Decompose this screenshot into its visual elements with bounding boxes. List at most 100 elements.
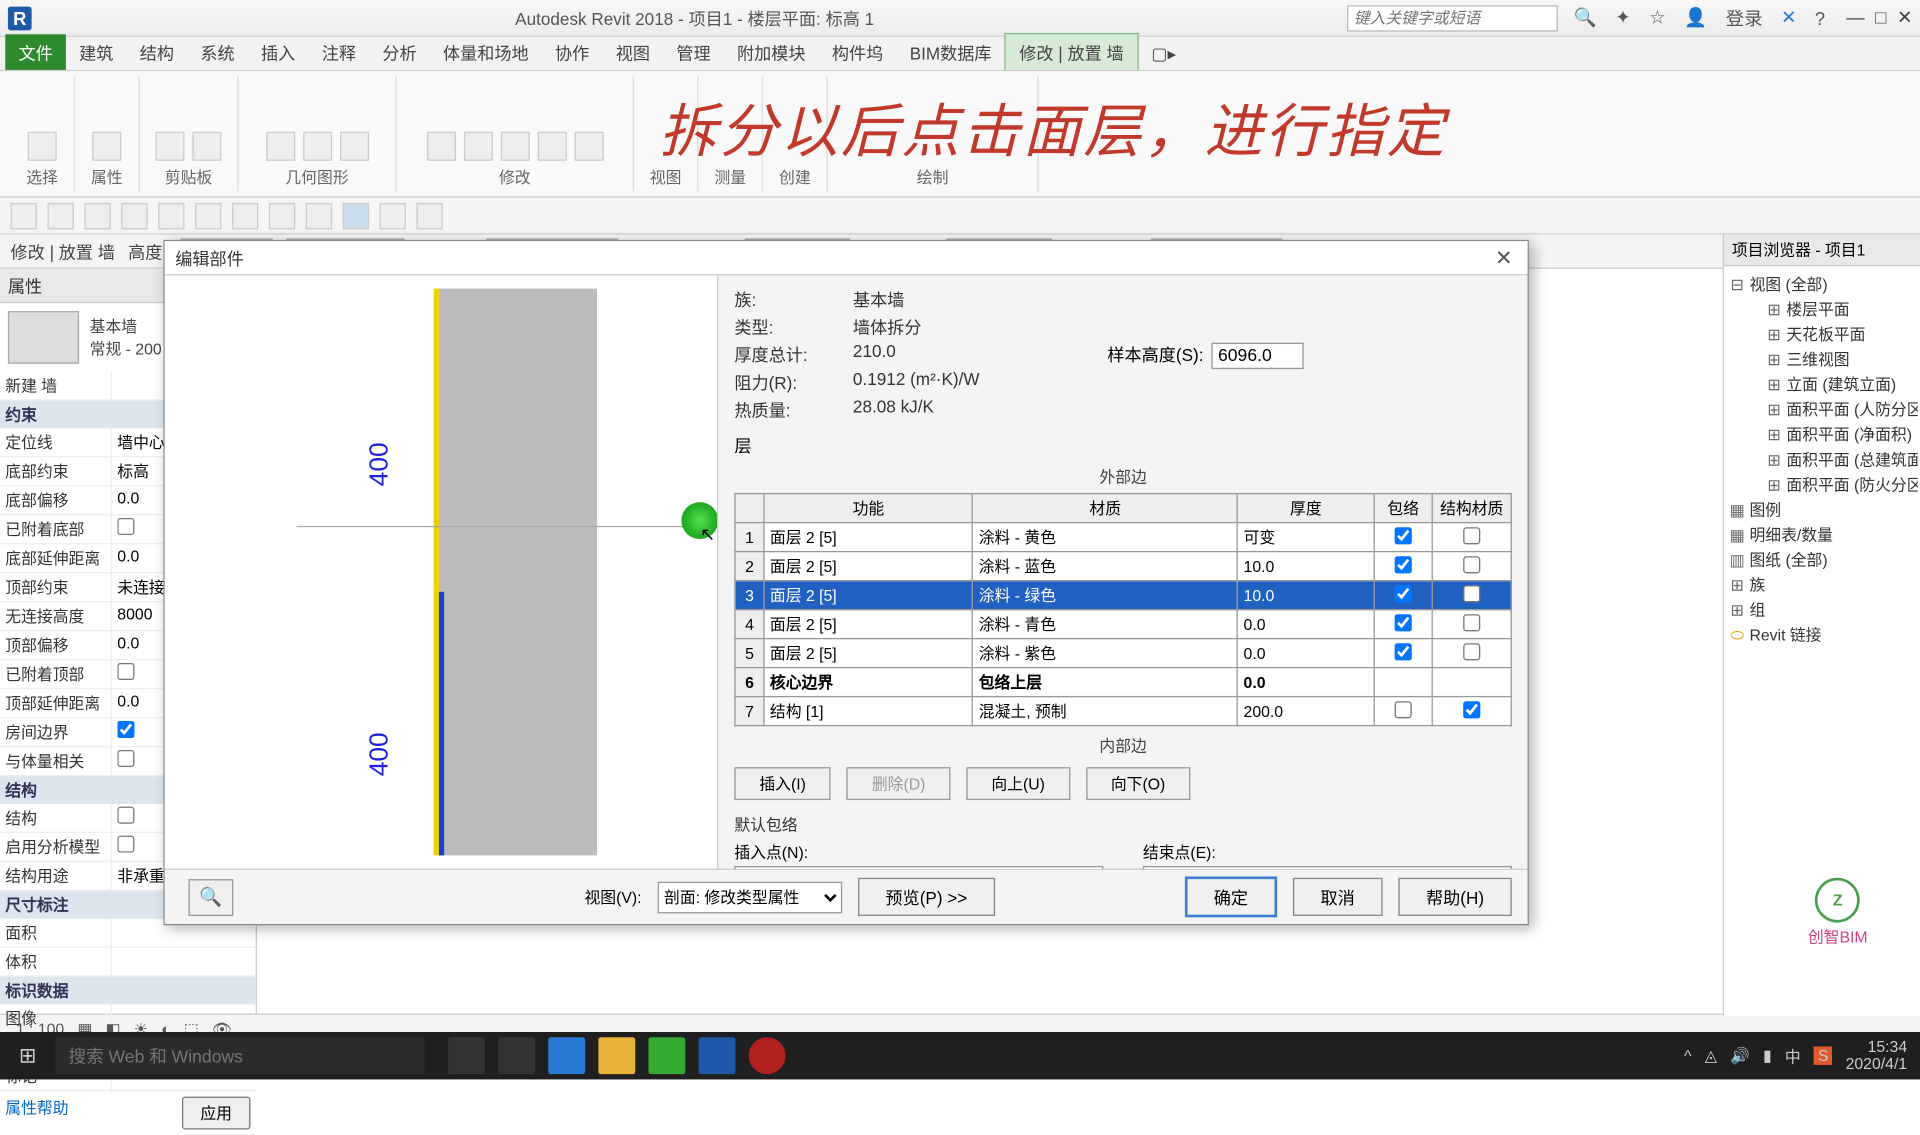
qat-undo-icon[interactable] <box>84 202 110 228</box>
layers-table[interactable]: 功能 材质 厚度 包络 结构材质 1面层 2 [5]涂料 - 黄色可变2面层 2… <box>734 493 1512 726</box>
move-icon[interactable] <box>463 132 492 161</box>
login-button[interactable]: 登录 <box>1726 5 1763 31</box>
taskbar-search-input[interactable] <box>55 1037 424 1074</box>
taskbar-explorer-icon[interactable] <box>598 1037 635 1074</box>
tab-addins[interactable]: 附加模块 <box>724 34 819 70</box>
layer-row[interactable]: 6核心边界包络上层0.0 <box>735 668 1511 697</box>
minimize-button[interactable]: — <box>1846 7 1864 29</box>
endpt-select[interactable]: 无 <box>1143 866 1512 869</box>
mirror-icon[interactable] <box>574 132 603 161</box>
cut-icon[interactable] <box>192 132 221 161</box>
tab-insert[interactable]: 插入 <box>248 34 309 70</box>
help-button[interactable]: 帮助(H) <box>1398 878 1511 916</box>
favorite-icon[interactable]: ☆ <box>1649 7 1666 29</box>
infocenter-icon[interactable]: 🔍 <box>1574 7 1597 29</box>
move-down-button[interactable]: 向下(O) <box>1086 767 1191 800</box>
tab-collab[interactable]: 协作 <box>542 34 603 70</box>
qat-align-icon[interactable] <box>195 202 221 228</box>
rotate-icon[interactable] <box>537 132 566 161</box>
layer-row[interactable]: 7结构 [1]混凝土, 预制200.0 <box>735 697 1511 726</box>
qat-measure-icon[interactable] <box>158 202 184 228</box>
help-search-input[interactable] <box>1347 5 1558 31</box>
taskview-icon[interactable] <box>448 1037 485 1074</box>
taskbar-record-icon[interactable] <box>749 1037 786 1074</box>
keytip-icon[interactable]: ✦ <box>1615 7 1630 29</box>
maximize-button[interactable]: □ <box>1875 7 1886 29</box>
tray-net-icon[interactable]: ◬ <box>1705 1046 1717 1064</box>
cat-id[interactable]: 标识数据 <box>0 977 256 1005</box>
paste-icon[interactable] <box>156 132 185 161</box>
taskbar-clock[interactable]: 15:342020/4/1 <box>1846 1038 1908 1073</box>
qat-section-icon[interactable] <box>306 202 332 228</box>
p-struct-cb[interactable] <box>117 807 134 824</box>
exchange-icon[interactable]: ✕ <box>1781 7 1796 29</box>
user-icon[interactable]: 👤 <box>1684 7 1707 29</box>
copy-icon[interactable] <box>500 132 529 161</box>
p-attachtop-cb[interactable] <box>117 663 134 680</box>
tray-ime-icon[interactable]: 中 <box>1785 1045 1801 1067</box>
p-roombound-cb[interactable] <box>117 721 134 738</box>
tab-play-icon[interactable]: ▢▸ <box>1138 38 1189 70</box>
tray-sogou-icon[interactable]: S <box>1814 1046 1832 1064</box>
tab-modify-place-wall[interactable]: 修改 | 放置 墙 <box>1005 33 1138 70</box>
tray-vol-icon[interactable]: 🔊 <box>1730 1046 1750 1064</box>
layer-row[interactable]: 2面层 2 [5]涂料 - 蓝色10.0 <box>735 552 1511 581</box>
qat-thinlines-icon[interactable] <box>343 202 369 228</box>
tab-arch[interactable]: 建筑 <box>66 34 127 70</box>
qat-redo-icon[interactable] <box>121 202 147 228</box>
taskbar-wechat-icon[interactable] <box>648 1037 685 1074</box>
properties-icon[interactable] <box>92 132 121 161</box>
modify-tool-icon[interactable] <box>28 132 57 161</box>
sample-height-input[interactable] <box>1211 342 1303 368</box>
preview-view-select[interactable]: 剖面: 修改类型属性 <box>657 881 842 913</box>
tab-struct[interactable]: 结构 <box>127 34 188 70</box>
taskbar-app-icon[interactable] <box>498 1037 535 1074</box>
ok-button[interactable]: 确定 <box>1185 876 1277 917</box>
start-button[interactable]: ⊞ <box>0 1043 55 1069</box>
tray-batt-icon[interactable]: ▮ <box>1763 1046 1772 1064</box>
prop-help-link[interactable]: 属性帮助 <box>5 1097 68 1119</box>
cancel-button[interactable]: 取消 <box>1293 878 1383 916</box>
taskbar-revit-icon[interactable] <box>699 1037 736 1074</box>
layer-row[interactable]: 3面层 2 [5]涂料 - 绿色10.0 <box>735 581 1511 610</box>
help-icon[interactable]: ? <box>1815 7 1825 28</box>
insert-layer-button[interactable]: 插入(I) <box>734 767 831 800</box>
p-anal-cb[interactable] <box>117 836 134 853</box>
move-up-button[interactable]: 向上(U) <box>966 767 1070 800</box>
insertpt-select[interactable]: 不包络 <box>734 866 1103 869</box>
qat-save-icon[interactable] <box>47 202 73 228</box>
tray-up-icon[interactable]: ^ <box>1684 1046 1691 1064</box>
cope-icon[interactable] <box>266 132 295 161</box>
align-icon[interactable] <box>426 132 455 161</box>
tab-systems[interactable]: 系统 <box>187 34 248 70</box>
preview-button[interactable]: 预览(P) >> <box>858 878 995 916</box>
taskbar-browser-icon[interactable] <box>548 1037 585 1074</box>
layer-row[interactable]: 5面层 2 [5]涂料 - 紫色0.0 <box>735 639 1511 668</box>
cut-geom-icon[interactable] <box>303 132 332 161</box>
tab-bimdb[interactable]: BIM数据库 <box>897 34 1005 70</box>
tab-massing[interactable]: 体量和场地 <box>430 34 542 70</box>
dialog-close-button[interactable]: ✕ <box>1491 244 1517 270</box>
assembly-preview[interactable]: 400 400 ↖ <box>165 275 719 868</box>
type-name[interactable]: 基本墙常规 - 200 <box>90 315 162 360</box>
tab-gjw[interactable]: 构件坞 <box>819 34 897 70</box>
tab-file[interactable]: 文件 <box>5 34 66 70</box>
close-button[interactable]: ✕ <box>1897 7 1912 29</box>
tab-manage[interactable]: 管理 <box>663 34 724 70</box>
qat-text-icon[interactable] <box>232 202 258 228</box>
qat-switch-icon[interactable] <box>416 202 442 228</box>
tab-view[interactable]: 视图 <box>603 34 664 70</box>
apply-button[interactable]: 应用 <box>182 1097 251 1130</box>
tab-annotate[interactable]: 注释 <box>309 34 370 70</box>
preview-toggle-icon[interactable]: 🔍 <box>188 878 233 915</box>
browser-tree[interactable]: ⊟ 视图 (全部) ⊞ 楼层平面 ⊞ 天花板平面 ⊞ 三维视图 ⊞ 立面 (建筑… <box>1724 266 1920 652</box>
qat-3d-icon[interactable] <box>269 202 295 228</box>
qat-open-icon[interactable] <box>11 202 37 228</box>
join-icon[interactable] <box>339 132 368 161</box>
qat-close-icon[interactable] <box>380 202 406 228</box>
layer-row[interactable]: 1面层 2 [5]涂料 - 黄色可变 <box>735 523 1511 552</box>
layer-row[interactable]: 4面层 2 [5]涂料 - 青色0.0 <box>735 610 1511 639</box>
p-massrel-cb[interactable] <box>117 750 134 767</box>
tab-analyze[interactable]: 分析 <box>369 34 430 70</box>
p-attachbase-cb[interactable] <box>117 518 134 535</box>
